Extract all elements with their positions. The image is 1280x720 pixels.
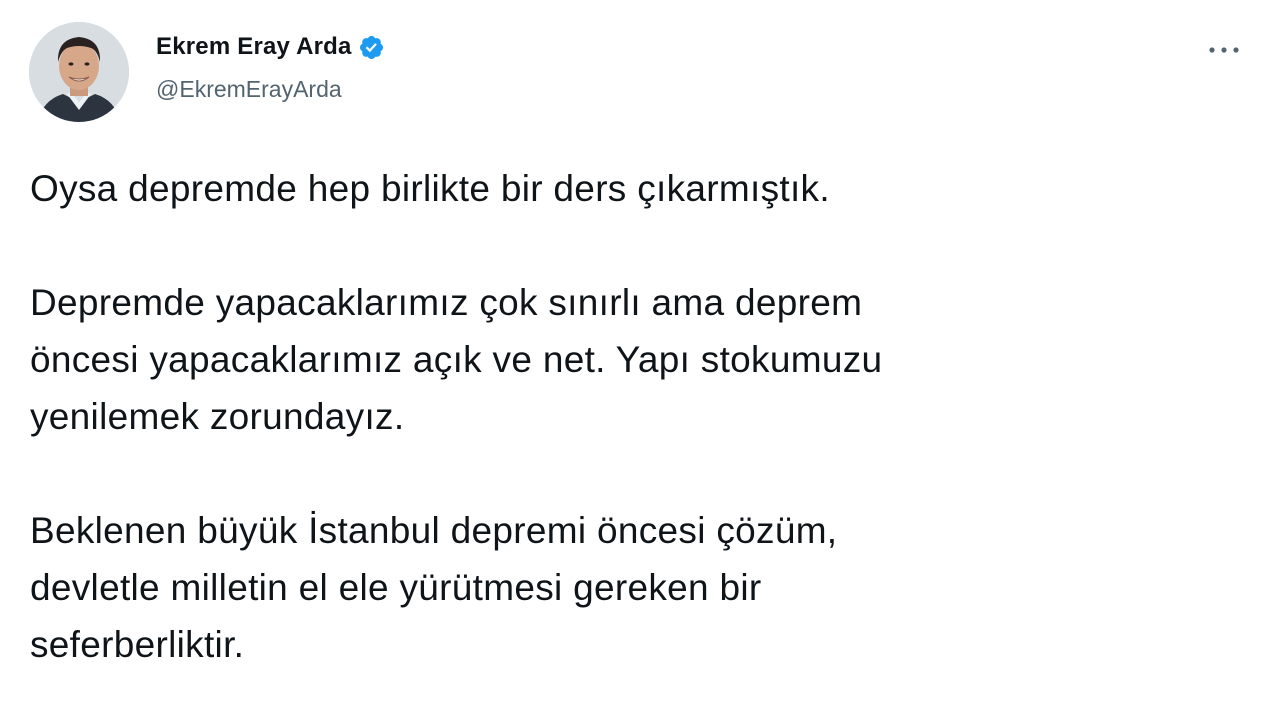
avatar[interactable] xyxy=(29,22,129,122)
author-name-row: Ekrem Eray Arda xyxy=(156,30,385,64)
profile-photo-avatar xyxy=(29,22,129,122)
tweet-line: yenilemek zorundayız. xyxy=(30,396,405,437)
tweet-paragraph: Beklenen büyük İstanbul depremi öncesi ç… xyxy=(30,502,1230,673)
tweet-paragraph: Depremde yapacaklarımız çok sınırlı ama … xyxy=(30,274,1230,445)
author-handle[interactable]: @EkremErayArda xyxy=(156,76,342,103)
tweet-line: Oysa depremde hep birlikte bir ders çıka… xyxy=(30,168,830,209)
verified-badge-icon xyxy=(358,34,385,61)
more-options-button[interactable] xyxy=(1198,30,1250,70)
tweet-paragraph: Oysa depremde hep birlikte bir ders çıka… xyxy=(30,160,1230,217)
author-display-name[interactable]: Ekrem Eray Arda xyxy=(156,33,352,61)
tweet-text: Oysa depremde hep birlikte bir ders çıka… xyxy=(30,160,1230,673)
tweet-line: devletle milletin el ele yürütmesi gerek… xyxy=(30,567,762,608)
tweet-card: Ekrem Eray Arda @EkremErayArda Oysa depr… xyxy=(0,0,1280,720)
tweet-line: öncesi yapacaklarımız açık ve net. Yapı … xyxy=(30,339,883,380)
tweet-line: Depremde yapacaklarımız çok sınırlı ama … xyxy=(30,282,863,323)
tweet-line: Beklenen büyük İstanbul depremi öncesi ç… xyxy=(30,510,838,551)
tweet-line: seferberliktir. xyxy=(30,624,245,665)
more-options-icon xyxy=(1209,47,1239,53)
